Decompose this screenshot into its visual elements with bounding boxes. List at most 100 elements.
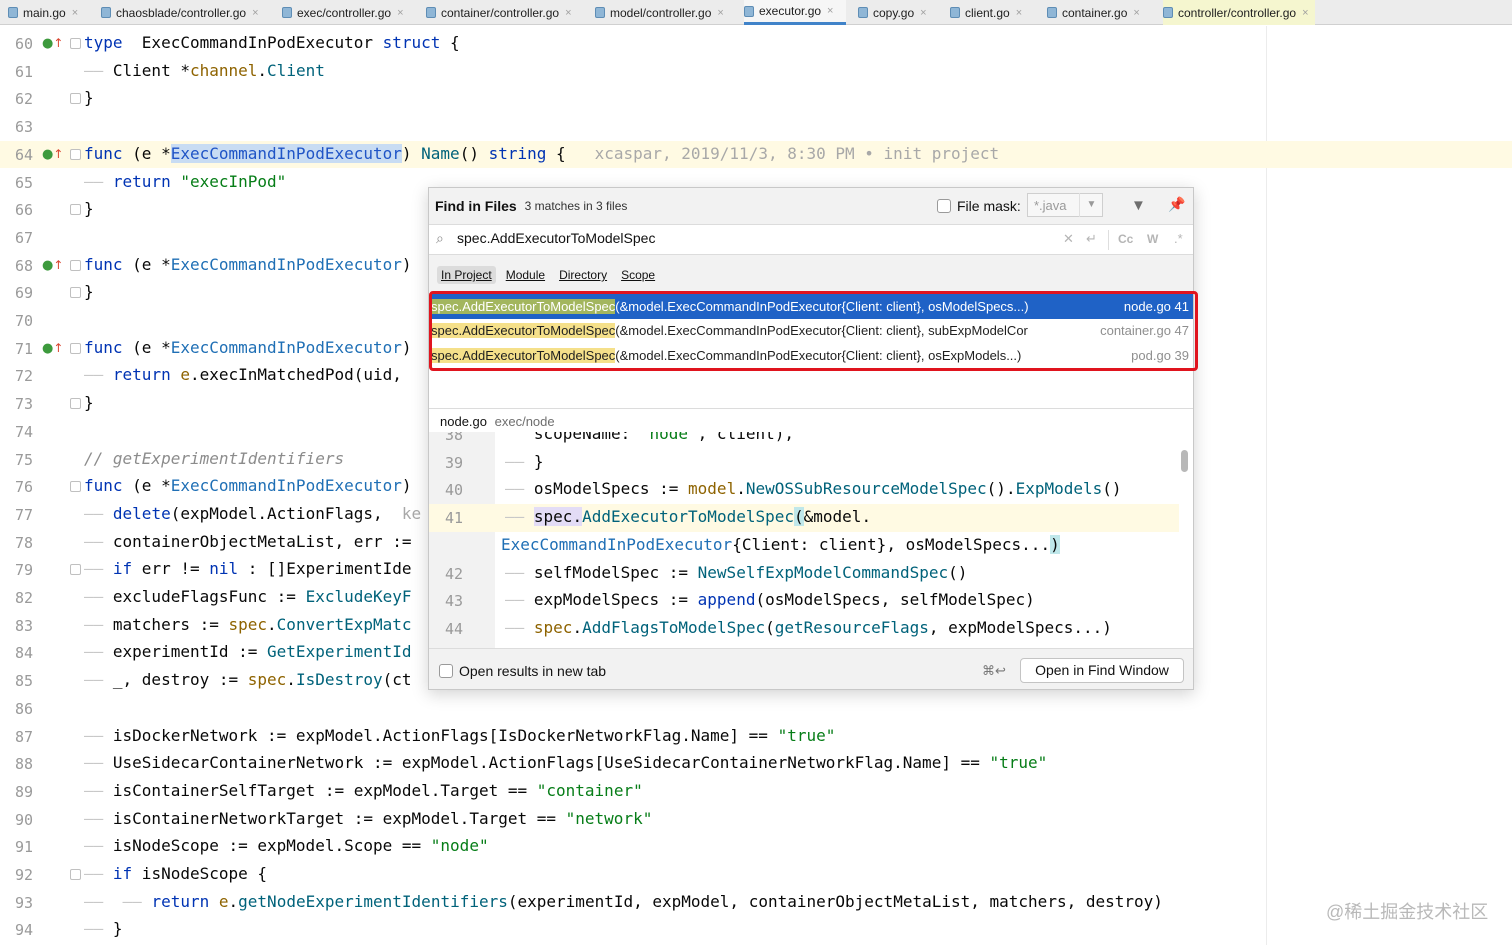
code-token: matchers := [103, 614, 229, 634]
implementation-marker-icon[interactable]: ●↑ [42, 36, 63, 51]
tab-copy-go[interactable]: copy.go × [858, 0, 940, 25]
fold-toggle-icon[interactable] [70, 564, 81, 576]
search-icon: ⌕ [436, 230, 444, 246]
fold-toggle-icon[interactable] [70, 342, 81, 354]
tab-executor-go[interactable]: executor.go × [744, 0, 846, 25]
code-token: ExpModels [1015, 479, 1103, 499]
code-line: 92 —— if isNodeScope { [0, 861, 1512, 889]
code-line: 90 —— isContainerNetworkTarget := expMode… [0, 806, 1512, 834]
fold-toggle-icon[interactable] [70, 869, 81, 880]
close-icon[interactable]: × [1302, 7, 1308, 19]
code-text: } [84, 88, 94, 107]
line-number: 89 [14, 782, 33, 801]
implementation-marker-icon[interactable]: ●↑ [42, 341, 63, 356]
result-row[interactable]: spec.AddExecutorToModelSpec (&model.ExecC… [431, 319, 1193, 344]
code-text: —— expModelSpecs := append(osModelSpecs,… [505, 590, 1035, 609]
fold-toggle-icon[interactable] [70, 93, 81, 105]
code-token: scopeName: [505, 432, 640, 443]
close-icon[interactable]: × [252, 7, 258, 19]
fold-toggle-icon[interactable] [70, 259, 81, 271]
close-icon[interactable]: × [72, 7, 78, 19]
code-token: type [84, 33, 123, 52]
code-token: "node" [430, 836, 489, 856]
new-line-icon[interactable]: ↵ [1086, 231, 1097, 247]
code-line: 94 —— } [0, 916, 1512, 944]
tab-chaosblade-controller-go[interactable]: chaosblade/controller.go × [101, 0, 267, 25]
line-number: 69 [14, 284, 33, 303]
tab-client-go[interactable]: client.go × [950, 0, 1038, 25]
close-icon[interactable]: × [717, 7, 723, 19]
line-number: 62 [14, 90, 33, 109]
fold-toggle-icon[interactable] [70, 287, 81, 299]
code-token: ExecCommandInPodExecutor [170, 337, 402, 357]
pin-icon[interactable]: 📌 [1168, 196, 1185, 213]
code-token: (e * [122, 476, 171, 496]
open-in-find-window-button[interactable]: Open in Find Window [1020, 658, 1184, 683]
fold-toggle-icon[interactable] [70, 38, 81, 49]
result-match: spec.AddExecutorToModelSpec [431, 323, 616, 339]
close-icon[interactable]: × [397, 7, 403, 19]
scope-tab-module[interactable]: Module [502, 266, 549, 284]
code-token: func [84, 254, 123, 274]
go-file-icon [744, 5, 754, 17]
line-number: 43 [444, 592, 463, 611]
preview-header: node.go exec/node [429, 408, 1193, 432]
open-new-tab-checkbox[interactable] [439, 664, 453, 678]
implementation-marker-icon[interactable]: ●↑ [42, 147, 63, 162]
scope-tab-directory[interactable]: Directory [555, 266, 611, 284]
chevron-down-icon[interactable]: ▼ [1079, 193, 1103, 217]
match-case-icon[interactable]: Cc [1118, 232, 1133, 246]
code-token: _, destroy := [103, 670, 248, 690]
file-mask-checkbox[interactable] [937, 199, 951, 213]
tab-container-go[interactable]: container.go × [1047, 0, 1151, 25]
scope-tab-scope[interactable]: Scope [617, 266, 659, 284]
close-icon[interactable]: × [1133, 7, 1139, 19]
code-token: AddExecutorToModelSpec [582, 507, 794, 527]
code-token: getResourceFlags [774, 617, 929, 637]
code-token: delete [112, 503, 171, 523]
regex-icon[interactable]: .* [1174, 231, 1183, 246]
code-token: .execInMatchedPod(uid, [189, 365, 402, 385]
whole-words-icon[interactable]: W [1147, 232, 1158, 246]
code-token: ) [401, 254, 412, 274]
code-preview[interactable]: 38 scopeName: "node", client), 39 —— } 40 ——… [429, 432, 1193, 648]
preview-path: exec/node [494, 414, 555, 429]
search-field-row[interactable]: ⌕ ✕ ↵ Cc W .* [429, 224, 1193, 255]
code-token: Name [421, 143, 460, 163]
code-token: return [112, 365, 171, 385]
fold-toggle-icon[interactable] [70, 398, 81, 410]
code-text: —— experimentId := GetExperimentId [84, 642, 412, 661]
code-text: —— —— return e.getNodeExperimentIdentifi… [84, 892, 1163, 911]
search-input[interactable] [457, 230, 1057, 246]
code-token: ExecCommandInPodExecutor [122, 33, 383, 52]
tab-controller-controller-go[interactable]: controller/controller.go × [1163, 0, 1315, 25]
preview-scrollbar[interactable] [1181, 450, 1188, 472]
fold-toggle-icon[interactable] [70, 204, 81, 216]
clear-icon[interactable]: ✕ [1063, 231, 1074, 247]
close-icon[interactable]: × [920, 7, 926, 19]
find-in-files-popup[interactable]: Find in Files 3 matches in 3 files File … [428, 187, 1194, 690]
tab-main-go[interactable]: main.go × [8, 0, 96, 25]
open-new-tab-label: Open results in new tab [459, 663, 607, 679]
code-token: if [112, 864, 133, 883]
results-list[interactable]: spec.AddExecutorToModelSpec (&model.ExecC… [429, 292, 1193, 408]
fold-toggle-icon[interactable] [70, 481, 81, 493]
tab-model-controller-go[interactable]: model/controller.go × [595, 0, 729, 25]
filter-icon[interactable]: ▼ [1131, 197, 1146, 214]
result-row[interactable]: spec.AddExecutorToModelSpec (&model.ExecC… [431, 343, 1193, 368]
tab-exec-controller-go[interactable]: exec/controller.go × [282, 0, 412, 25]
result-row[interactable]: spec.AddExecutorToModelSpec (&model.ExecC… [431, 294, 1193, 319]
implementation-marker-icon[interactable]: ●↑ [42, 258, 63, 273]
close-icon[interactable]: × [1016, 7, 1022, 19]
code-token: —— [505, 451, 525, 471]
fold-toggle-icon[interactable] [70, 148, 81, 160]
code-token: ) [401, 143, 422, 163]
code-text: —— delete(expModel.ActionFlags, ke [84, 504, 421, 523]
close-icon[interactable]: × [827, 5, 833, 17]
code-token: } [84, 88, 94, 108]
code-token: (e * [122, 337, 171, 357]
tab-container-controller-go[interactable]: container/controller.go × [426, 0, 580, 25]
code-token: —— [84, 365, 104, 385]
scope-tab-in-project[interactable]: In Project [437, 266, 496, 284]
close-icon[interactable]: × [565, 7, 571, 19]
